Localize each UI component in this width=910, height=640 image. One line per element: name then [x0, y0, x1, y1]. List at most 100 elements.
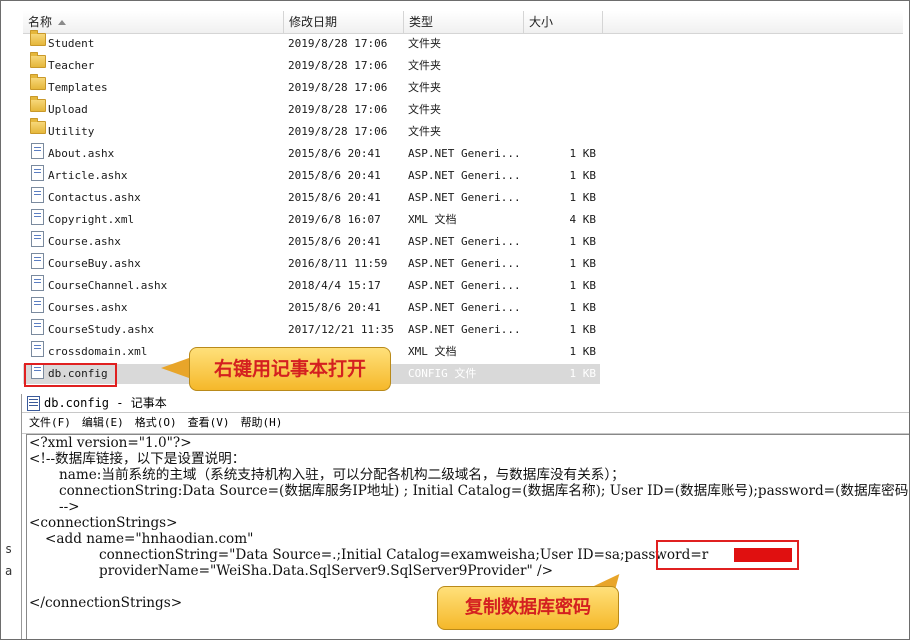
file-type: ASP.NET Generi...	[408, 191, 521, 204]
file-row[interactable]: About.ashx 2015/8/6 20:41 ASP.NET Generi..…	[23, 143, 903, 165]
file-row[interactable]: Utility 2019/8/28 17:06 文件夹	[23, 118, 903, 143]
file-row[interactable]: Copyright.xml 2019/6/8 16:07 XML 文档 4 KB	[23, 209, 903, 231]
file-name: Student	[48, 37, 95, 50]
folder-icon	[30, 74, 46, 90]
notepad-icon	[27, 396, 40, 411]
callout-copy-password: 复制数据库密码	[437, 586, 619, 630]
file-name: CourseChannel.ashx	[48, 279, 168, 292]
file-name: Utility	[48, 125, 95, 138]
file-modified-date: 2019/8/28 17:06	[288, 103, 388, 116]
file-type: XML 文档	[408, 345, 457, 358]
file-modified-date: 2015/8/6 20:41	[288, 301, 381, 314]
left-stub-char-b: a	[5, 564, 13, 578]
file-row[interactable]: Courses.ashx 2015/8/6 20:41 ASP.NET Generi…	[23, 297, 903, 319]
file-icon	[31, 341, 44, 357]
file-row[interactable]: db.config CONFIG 文件 1 KB	[23, 363, 903, 385]
file-modified-date: 2015/8/6 20:41	[288, 169, 381, 182]
file-size: 1 KB	[569, 279, 597, 292]
file-name: Course.ashx	[48, 235, 121, 248]
notepad-titlebar[interactable]: db.config - 记事本	[22, 394, 909, 412]
file-type: 文件夹	[408, 59, 441, 72]
file-size: 1 KB	[569, 257, 597, 270]
file-row[interactable]: Article.ashx 2015/8/6 20:41 ASP.NET Generi…	[23, 165, 903, 187]
file-name: Article.ashx	[48, 169, 128, 182]
password-redaction	[734, 548, 792, 562]
left-window-stub: s a	[1, 534, 21, 594]
file-icon	[31, 275, 44, 291]
folder-icon	[30, 30, 46, 46]
notepad-text-line: <?xml version="1.0"?>	[29, 435, 192, 451]
column-header-type[interactable]: 类型	[403, 11, 523, 33]
file-name: Contactus.ashx	[48, 191, 141, 204]
file-row[interactable]: Contactus.ashx 2015/8/6 20:41 ASP.NET Gene…	[23, 187, 903, 209]
notepad-title: db.config - 记事本	[44, 396, 167, 410]
notepad-text-line: <!--数据库链接，以下是设置说明：	[29, 451, 246, 467]
file-type: ASP.NET Generi...	[408, 279, 521, 292]
file-row[interactable]: Teacher 2019/8/28 17:06 文件夹	[23, 52, 903, 77]
file-type: 文件夹	[408, 37, 441, 50]
file-name: CourseBuy.ashx	[48, 257, 141, 270]
notepad-text-line: <connectionStrings>	[29, 515, 178, 531]
notepad-menu-item[interactable]: 帮助(H)	[241, 413, 283, 433]
file-type: ASP.NET Generi...	[408, 257, 521, 270]
file-size: 4 KB	[569, 213, 597, 226]
file-type: XML 文档	[408, 213, 457, 226]
file-row[interactable]: Student 2019/8/28 17:06 文件夹	[23, 30, 903, 55]
notepad-text-line: connectionString:Data Source=(数据库服务IP地址)…	[59, 483, 910, 499]
file-modified-date: 2019/8/28 17:06	[288, 81, 388, 94]
file-icon	[31, 187, 44, 203]
file-type: 文件夹	[408, 103, 441, 116]
file-modified-date: 2015/8/6 20:41	[288, 191, 381, 204]
file-icon	[31, 209, 44, 225]
file-name: Teacher	[48, 59, 95, 72]
column-header-name[interactable]: 名称	[23, 11, 285, 33]
column-header-date[interactable]: 修改日期	[283, 11, 403, 33]
file-row[interactable]: Templates 2019/8/28 17:06 文件夹	[23, 74, 903, 99]
left-stub-char-a: s	[5, 542, 13, 556]
file-size: 1 KB	[569, 301, 597, 314]
sort-ascending-icon	[58, 20, 67, 26]
notepad-menu-item[interactable]: 格式(O)	[135, 413, 177, 433]
file-type: ASP.NET Generi...	[408, 147, 521, 160]
file-size: 1 KB	[569, 345, 597, 358]
file-row[interactable]: CourseChannel.ashx 2018/4/4 15:17 ASP.NET …	[23, 275, 903, 297]
file-icon	[31, 143, 44, 159]
file-row[interactable]: crossdomain.xml XML 文档 1 KB	[23, 341, 903, 363]
file-name: crossdomain.xml	[48, 345, 148, 358]
file-row[interactable]: CourseBuy.ashx 2016/8/11 11:59 ASP.NET Gen…	[23, 253, 903, 275]
column-header-size[interactable]: 大小	[523, 11, 603, 33]
file-size: 1 KB	[569, 367, 597, 380]
file-size: 1 KB	[569, 235, 597, 248]
file-size: 1 KB	[569, 191, 597, 204]
notepad-menu-item[interactable]: 编辑(E)	[82, 413, 124, 433]
file-name: Courses.ashx	[48, 301, 128, 314]
file-icon	[31, 231, 44, 247]
file-type: ASP.NET Generi...	[408, 169, 521, 182]
file-type: 文件夹	[408, 125, 441, 138]
file-modified-date: 2015/8/6 20:41	[288, 147, 381, 160]
file-name: About.ashx	[48, 147, 115, 160]
file-row[interactable]: CourseStudy.ashx 2017/12/21 11:35 ASP.NET …	[23, 319, 903, 341]
file-type: ASP.NET Generi...	[408, 323, 521, 336]
notepad-menu-item[interactable]: 查看(V)	[188, 413, 230, 433]
screenshot-frame: 名称 修改日期 类型 大小 Student 2019/8/28 17:06 文件夹 T…	[0, 0, 910, 640]
file-list-header: 名称 修改日期 类型 大小	[23, 11, 903, 34]
callout-pointer-arrow	[161, 358, 189, 378]
column-date-label: 修改日期	[289, 15, 338, 29]
file-modified-date: 2019/8/28 17:06	[288, 125, 388, 138]
file-size: 1 KB	[569, 147, 597, 160]
file-row[interactable]: Course.ashx 2015/8/6 20:41 ASP.NET Generi.…	[23, 231, 903, 253]
file-name: CourseStudy.ashx	[48, 323, 154, 336]
file-modified-date: 2019/8/28 17:06	[288, 59, 388, 72]
notepad-menubar: 文件(F) 编辑(E) 格式(O) 查看(V) 帮助(H)	[22, 412, 909, 434]
file-list: Student 2019/8/28 17:06 文件夹 Teacher 2019/8/2…	[23, 30, 903, 385]
notepad-menu-item[interactable]: 文件(F)	[29, 413, 71, 433]
file-icon	[31, 319, 44, 335]
file-name: Upload	[48, 103, 88, 116]
notepad-text-line: -->	[59, 499, 80, 515]
folder-icon	[30, 118, 46, 134]
notepad-text-line: name:当前系统的主域（系统支持机构入驻，可以分配各机构二级域名，与数据库没有…	[59, 467, 625, 483]
file-row[interactable]: Upload 2019/8/28 17:06 文件夹	[23, 96, 903, 121]
folder-icon	[30, 52, 46, 68]
file-type: ASP.NET Generi...	[408, 301, 521, 314]
